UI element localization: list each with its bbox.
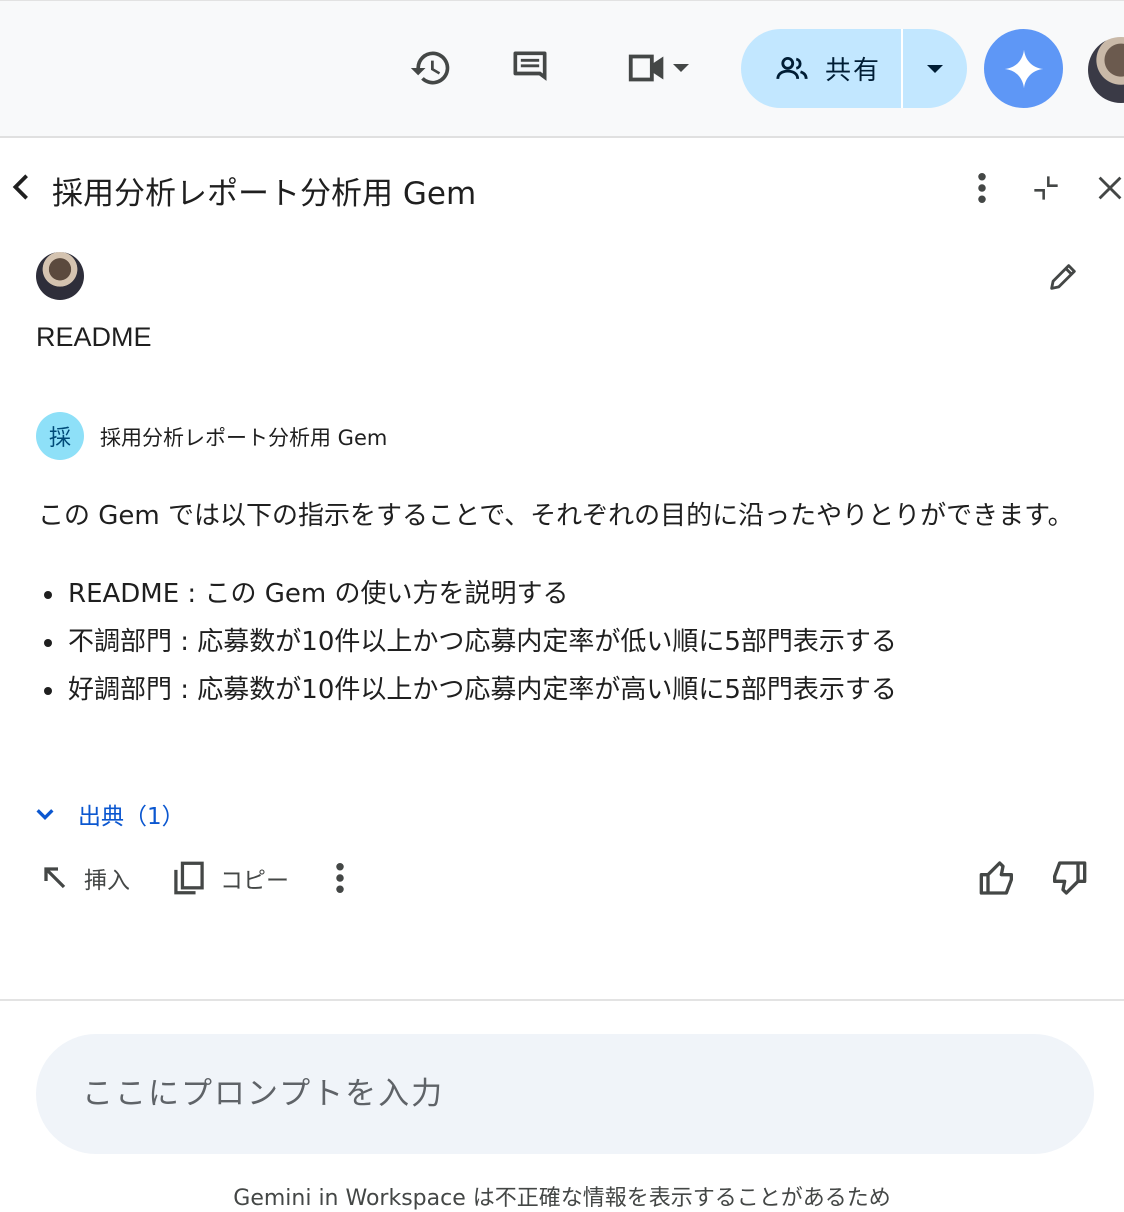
gem-avatar: 採: [36, 412, 84, 460]
list-item: 不調部門 : 応募数が10件以上かつ応募内定率が低い順に5部門表示する: [38, 618, 1088, 666]
chevron-down-icon: [36, 809, 54, 821]
share-label: 共有: [825, 56, 882, 86]
close-icon[interactable]: [1090, 168, 1124, 208]
share-main[interactable]: 共有: [741, 29, 901, 108]
panel-header: 採用分析レポート分析用 Gem: [0, 150, 1124, 226]
copy-label: コピー: [220, 868, 289, 894]
list-item: 好調部門 : 応募数が10件以上かつ応募内定率が高い順に5部門表示する: [38, 666, 1088, 714]
input-divider: [0, 999, 1124, 1001]
insert-label: 挿入: [84, 868, 130, 894]
chat-icon[interactable]: [507, 45, 553, 91]
thumbs-down-icon[interactable]: [1048, 852, 1088, 904]
history-icon[interactable]: [408, 45, 454, 91]
prompt-box: [36, 1034, 1094, 1154]
collapse-icon[interactable]: [1026, 168, 1066, 208]
share-dropdown-button[interactable]: [903, 29, 967, 108]
thumbs-up-icon[interactable]: [978, 852, 1018, 904]
panel-title: 採用分析レポート分析用 Gem: [52, 176, 477, 212]
edit-pencil-icon[interactable]: [1042, 256, 1084, 298]
gem-name: 採用分析レポート分析用 Gem: [100, 426, 388, 450]
copy-button[interactable]: コピー: [172, 852, 289, 904]
insert-arrow-icon: [44, 867, 66, 889]
response-actions: 挿入 コピー: [0, 852, 1124, 904]
copy-icon: [174, 861, 204, 895]
gemini-button[interactable]: [984, 29, 1063, 108]
share-button[interactable]: 共有: [741, 29, 967, 108]
response-paragraph: この Gem では以下の指示をすることで、それぞれの目的に沿ったやりとりができま…: [38, 501, 1074, 531]
people-icon: [776, 56, 808, 79]
more-actions-icon[interactable]: [330, 852, 350, 904]
gem-response: この Gem では以下の指示をすることで、それぞれの目的に沿ったやりとりができま…: [38, 492, 1088, 714]
sources-label: 出典（1）: [78, 804, 185, 830]
response-list: README : この Gem の使い方を説明する 不調部門 : 応募数が10件…: [38, 570, 1088, 714]
chevron-down-icon: [673, 64, 689, 72]
insert-button[interactable]: 挿入: [40, 852, 130, 904]
sources-toggle[interactable]: 出典（1）: [34, 796, 185, 832]
back-arrow-icon[interactable]: [8, 172, 34, 202]
video-call-icon[interactable]: [616, 45, 700, 91]
prompt-input[interactable]: [80, 1075, 1034, 1113]
gemini-sparkle-icon: [1004, 49, 1043, 88]
disclaimer-text: Gemini in Workspace は不正確な情報を表示することがあるため: [233, 1186, 891, 1211]
account-avatar[interactable]: [1088, 37, 1124, 103]
top-toolbar: 共有: [0, 0, 1124, 138]
list-item: README : この Gem の使い方を説明する: [38, 570, 1088, 618]
user-prompt-text: README: [36, 322, 152, 352]
chevron-down-icon: [927, 64, 943, 73]
user-avatar: [36, 252, 84, 300]
more-options-icon[interactable]: [962, 168, 1002, 208]
